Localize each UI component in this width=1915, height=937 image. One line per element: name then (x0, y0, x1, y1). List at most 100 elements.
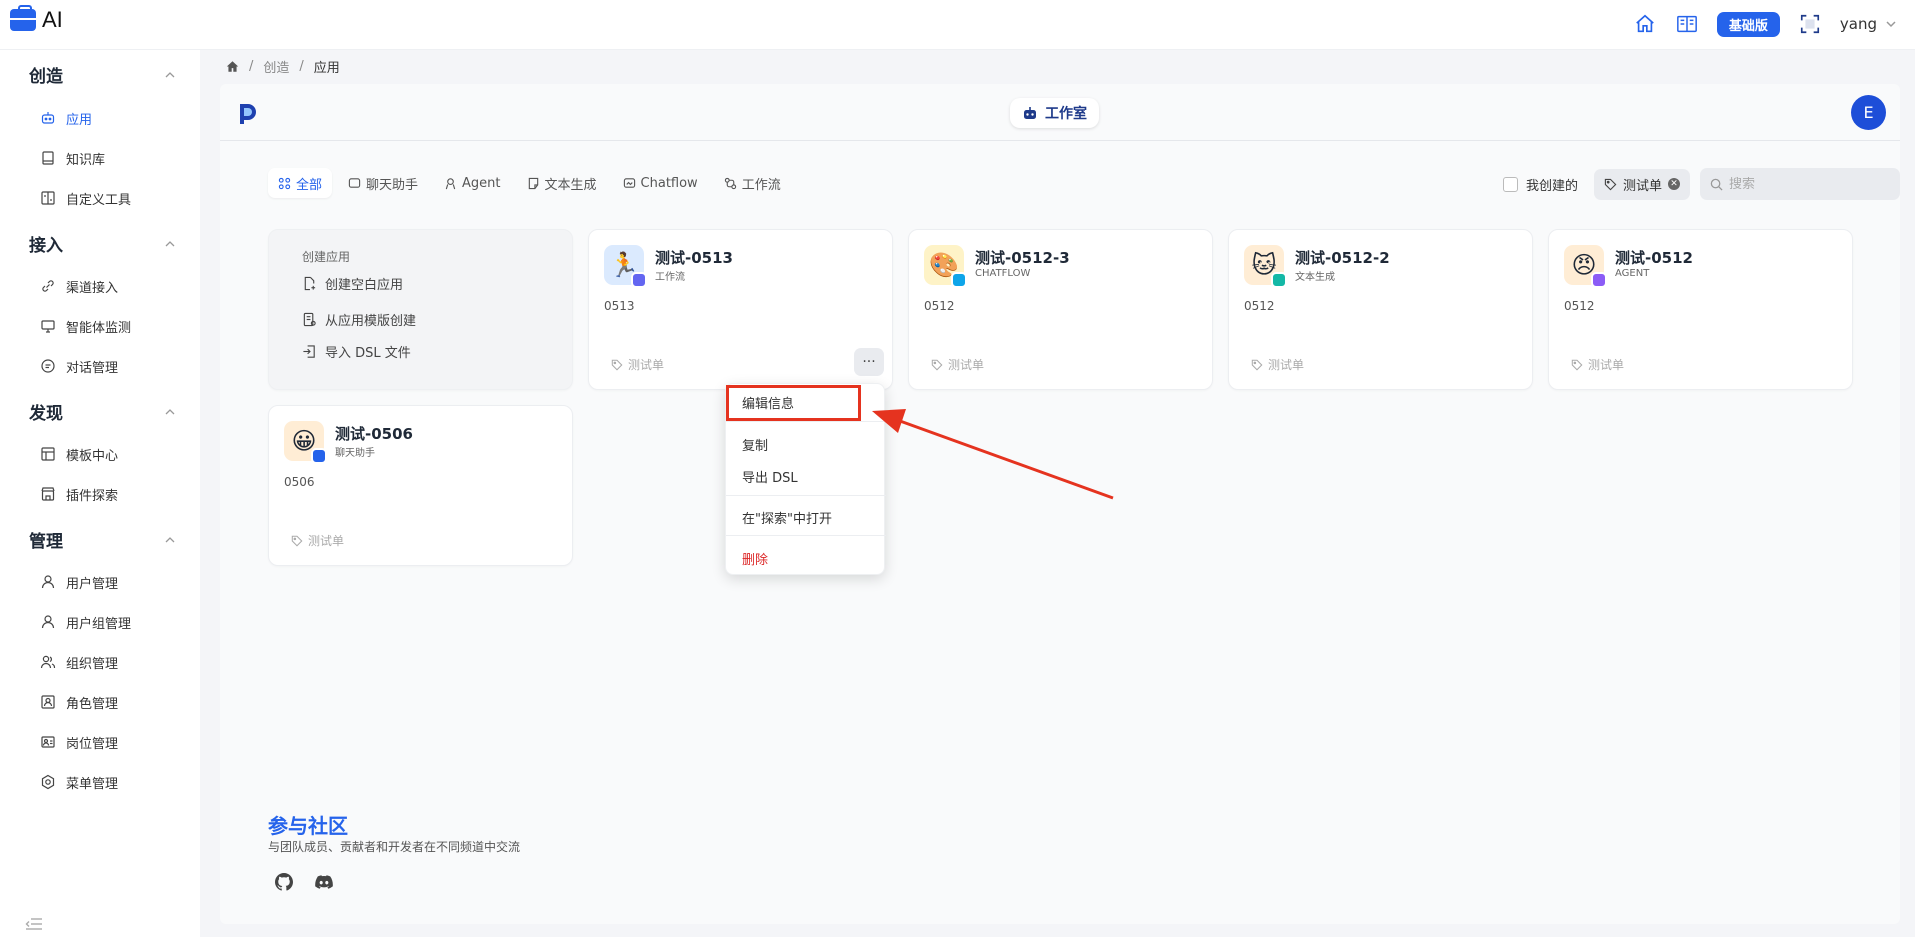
tag-icon (611, 359, 623, 370)
search-input[interactable] (1729, 176, 1889, 192)
app-tag[interactable]: 测试单 (611, 356, 664, 373)
app-card[interactable]: 😠 测试-0512 AGENT 0512 测试单 (1548, 229, 1853, 390)
chevron-up-icon[interactable] (165, 407, 175, 417)
sidebar-item-knowledge[interactable]: 知识库 (40, 147, 105, 169)
sidebar-item-label: 应用 (66, 112, 93, 128)
avatar[interactable]: E (1851, 95, 1886, 130)
logo-text: AI (42, 7, 63, 32)
plan-badge[interactable]: 基础版 (1716, 11, 1780, 37)
workflow-icon (724, 177, 736, 189)
created-by-me-filter[interactable]: 我创建的 (1502, 175, 1578, 194)
sidebar-item-templates[interactable]: 模板中心 (40, 443, 118, 465)
app-type: 聊天助手 (335, 448, 375, 459)
app-card[interactable]: 😀 测试-0506 聊天助手 0506 测试单 (268, 405, 573, 566)
app-tag[interactable]: 测试单 (1251, 356, 1304, 373)
clear-tag-icon[interactable]: ✕ (1668, 178, 1680, 190)
menu-item-export-dsl[interactable]: 导出 DSL (742, 467, 798, 486)
create-from-template-button[interactable]: 从应用模版创建 (302, 310, 416, 329)
sidebar-item-label: 自定义工具 (66, 192, 132, 208)
user-menu[interactable]: yang (1840, 15, 1897, 33)
create-blank-app-button[interactable]: 创建空白应用 (302, 274, 403, 293)
sidebar-item-monitor[interactable]: 智能体监测 (40, 315, 131, 337)
collapse-sidebar-icon[interactable] (25, 917, 43, 931)
sidebar-item-orgs[interactable]: 组织管理 (40, 651, 118, 673)
sidebar-item-posts[interactable]: 岗位管理 (40, 731, 118, 753)
sidebar-item-tools[interactable]: 自定义工具 (40, 187, 131, 209)
sidebar-section-title[interactable]: 创造 (29, 62, 63, 87)
studio-button[interactable]: 工作室 (1010, 98, 1099, 128)
sidebar-item-apps[interactable]: 应用 (40, 107, 92, 129)
sidebar-item-channel[interactable]: 渠道接入 (40, 275, 118, 297)
book-open-icon[interactable] (1675, 12, 1699, 36)
menu-item-copy[interactable]: 复制 (742, 435, 768, 454)
import-dsl-button[interactable]: 导入 DSL 文件 (302, 342, 411, 361)
chatflow-badge-icon (951, 272, 967, 288)
sidebar-item-label: 菜单管理 (66, 776, 119, 792)
sidebar-item-label: 对话管理 (66, 360, 119, 376)
tab-chatflow[interactable]: Chatflow (613, 168, 708, 198)
tag-icon (291, 535, 303, 546)
home-icon[interactable] (1633, 12, 1657, 36)
menu-item-open-in-explore[interactable]: 在"探索"中打开 (742, 508, 832, 527)
tab-workflow[interactable]: 工作流 (714, 168, 791, 198)
created-by-me-checkbox[interactable] (1502, 176, 1518, 192)
menu-item-delete[interactable]: 删除 (742, 549, 768, 568)
chat-assistant-badge-icon (311, 448, 327, 464)
app-description: 0513 (604, 299, 635, 313)
home-icon[interactable] (226, 60, 239, 73)
post-icon (41, 736, 55, 748)
app-name: 测试-0512 (1615, 249, 1693, 267)
tag-filter[interactable]: 测试单 ✕ (1593, 168, 1690, 200)
new-file-icon (304, 276, 316, 291)
create-app-title: 创建应用 (302, 250, 351, 264)
menu-divider (726, 495, 886, 496)
app-card[interactable]: 🐱 测试-0512-2 文本生成 0512 测试单 (1228, 229, 1533, 390)
text-generation-badge-icon (1271, 272, 1287, 288)
tab-chat-assistant[interactable]: 聊天助手 (338, 168, 428, 198)
app-card[interactable]: 🎨 测试-0512-3 CHATFLOW 0512 测试单 (908, 229, 1213, 390)
app-description: 0512 (924, 299, 955, 313)
sidebar-item-user-groups[interactable]: 用户组管理 (40, 611, 131, 633)
github-icon[interactable] (274, 872, 294, 892)
sidebar-item-roles[interactable]: 角色管理 (40, 691, 118, 713)
book-icon (42, 151, 54, 165)
app-type: 文本生成 (1295, 272, 1335, 283)
tab-all[interactable]: 全部 (268, 168, 333, 198)
sidebar-item-label: 模板中心 (66, 448, 119, 464)
robot-icon (1024, 107, 1036, 119)
sidebar-item-users[interactable]: 用户管理 (40, 571, 118, 593)
app-card[interactable]: 🏃 测试-0513 工作流 0513 测试单 ··· (588, 229, 893, 390)
note-icon (528, 177, 538, 189)
more-options-button[interactable]: ··· (854, 348, 884, 376)
sidebar-section-title[interactable]: 发现 (29, 399, 63, 424)
tag-icon (931, 359, 943, 370)
chat-bubble-icon (348, 177, 361, 188)
discord-icon[interactable] (314, 872, 334, 892)
tab-agent[interactable]: Agent (434, 168, 510, 198)
sidebar-item-menus[interactable]: 菜单管理 (40, 771, 118, 793)
chevron-up-icon[interactable] (165, 70, 175, 80)
template-file-icon (303, 312, 316, 327)
tag-icon (1251, 359, 1263, 370)
tab-text-generation[interactable]: 文本生成 (517, 168, 607, 198)
workflow-badge-icon (631, 272, 647, 288)
app-type: 工作流 (655, 272, 685, 283)
app-tag[interactable]: 测试单 (931, 356, 984, 373)
app-tag[interactable]: 测试单 (291, 532, 344, 549)
app-description: 0512 (1564, 299, 1595, 313)
annotation-highlight-box (726, 385, 861, 421)
sidebar-item-chat[interactable]: 对话管理 (40, 355, 118, 377)
sidebar-item-plugins[interactable]: 插件探索 (40, 483, 118, 505)
chevron-up-icon[interactable] (165, 535, 175, 545)
chevron-up-icon[interactable] (165, 239, 175, 249)
sidebar-item-label: 插件探索 (66, 488, 119, 504)
logo[interactable]: AI (10, 5, 63, 33)
app-emoji-icon: 🐱 (1244, 245, 1287, 288)
panel-header: 工作室 E (220, 84, 1900, 141)
breadcrumb-level1[interactable]: 创造 (263, 57, 289, 76)
sidebar-section-title[interactable]: 管理 (29, 527, 63, 552)
app-tag[interactable]: 测试单 (1571, 356, 1624, 373)
fullscreen-icon[interactable] (1798, 12, 1822, 36)
sidebar-section-title[interactable]: 接入 (29, 231, 63, 256)
sidebar-item-label: 用户组管理 (66, 616, 132, 632)
